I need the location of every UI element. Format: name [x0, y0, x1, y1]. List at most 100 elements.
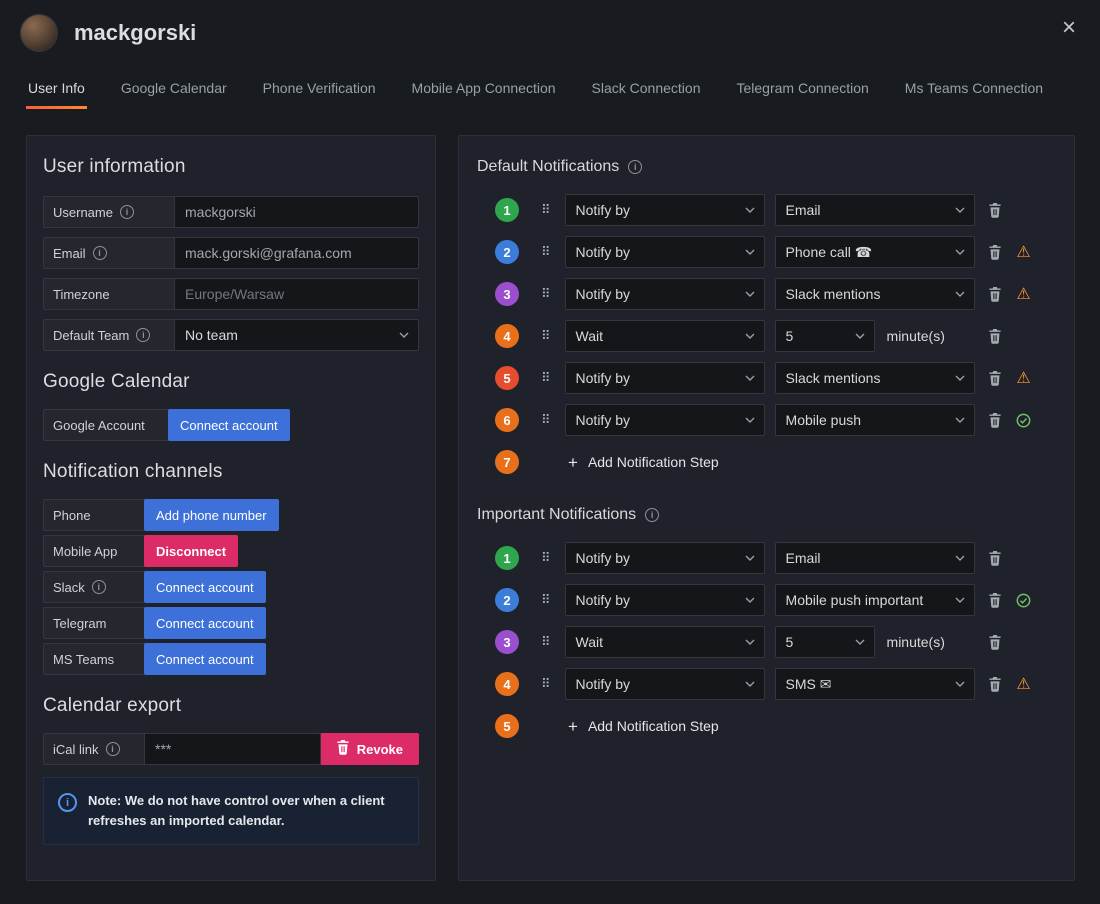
drag-handle-icon[interactable]: ⠿	[541, 634, 551, 650]
default-notification-steps: 1 ⠿ Notify by Email 2 ⠿ Notify by Phone call ☎ ⚠…	[495, 194, 1056, 478]
chevron-down-icon	[955, 681, 965, 687]
timezone-input[interactable]: Europe/Warsaw	[174, 278, 419, 310]
mobile-app-action-button[interactable]: Disconnect	[144, 535, 239, 567]
notification-channel-select[interactable]: Slack mentions	[774, 362, 975, 394]
google-account-action-button[interactable]: Connect account	[168, 409, 290, 441]
google-calendar-rows: Google Account Connect account	[43, 409, 419, 441]
notification-channel-select[interactable]: Slack mentions	[774, 278, 975, 310]
tab-telegram-connection[interactable]: Telegram Connection	[734, 66, 870, 109]
notification-channel-rows: Phone Add phone number Mobile App Disconnec…	[43, 499, 419, 675]
warning-icon: ⚠	[1016, 286, 1031, 303]
notification-channel-select[interactable]: SMS ✉	[774, 668, 975, 700]
trash-button[interactable]	[985, 548, 1005, 568]
notify-by-select[interactable]: Notify by	[564, 542, 765, 574]
username-input[interactable]: mackgorski	[174, 196, 419, 228]
trash-button[interactable]	[985, 632, 1005, 652]
notify-by-select[interactable]: Notify by	[564, 236, 765, 268]
chevron-down-icon	[745, 249, 755, 255]
drag-handle-icon[interactable]: ⠿	[541, 412, 551, 428]
drag-handle-icon[interactable]: ⠿	[541, 244, 551, 260]
trash-button[interactable]	[985, 284, 1005, 304]
trash-button[interactable]	[985, 368, 1005, 388]
step-number-badge: 5	[495, 714, 519, 738]
plus-icon: +	[568, 716, 578, 736]
user-fields: Username i mackgorski Email i mack.gorski@gra…	[43, 196, 419, 351]
notify-by-select[interactable]: Notify by	[564, 194, 765, 226]
wait-select[interactable]: Wait	[564, 320, 765, 352]
drag-handle-icon[interactable]: ⠿	[541, 286, 551, 302]
wait-unit-label: minute(s)	[886, 328, 945, 344]
trash-button[interactable]	[985, 674, 1005, 694]
chevron-down-icon	[745, 333, 755, 339]
add-notification-step-button[interactable]: + Add Notification Step	[568, 454, 719, 471]
revoke-button[interactable]: Revoke	[319, 733, 419, 765]
trash-button[interactable]	[985, 590, 1005, 610]
notification-channel-select[interactable]: Mobile push important	[774, 584, 975, 616]
trash-icon	[988, 634, 1001, 650]
timezone-label: Timezone	[43, 278, 175, 310]
notify-by-select[interactable]: Notify by	[564, 362, 765, 394]
phone-label: Phone	[43, 499, 145, 531]
notification-channel-select[interactable]: Mobile push	[774, 404, 975, 436]
tab-slack-connection[interactable]: Slack Connection	[590, 66, 703, 109]
form-field-row: Email i mack.gorski@grafana.com	[43, 237, 419, 269]
drag-handle-icon[interactable]: ⠿	[541, 328, 551, 344]
trash-button[interactable]	[985, 410, 1005, 430]
default-team-select[interactable]: No team	[174, 319, 419, 351]
phone-action-button[interactable]: Add phone number	[144, 499, 279, 531]
wait-select[interactable]: Wait	[564, 626, 765, 658]
drag-handle-icon[interactable]: ⠿	[541, 592, 551, 608]
form-field-row: Username i mackgorski	[43, 196, 419, 228]
close-button[interactable]: ×	[1062, 16, 1076, 40]
trash-button[interactable]	[985, 326, 1005, 346]
channel-row: Slack i Connect account	[43, 571, 419, 603]
tab-ms-teams-connection[interactable]: Ms Teams Connection	[903, 66, 1045, 109]
drag-handle-icon[interactable]: ⠿	[541, 550, 551, 566]
wait-duration-select[interactable]: 5	[774, 320, 875, 352]
info-icon: i	[105, 742, 120, 756]
drag-handle-icon[interactable]: ⠿	[541, 370, 551, 386]
calendar-note: i Note: We do not have control over when…	[43, 777, 419, 846]
email-input[interactable]: mack.gorski@grafana.com	[174, 237, 419, 269]
trash-icon	[988, 592, 1001, 608]
tab-mobile-app-connection[interactable]: Mobile App Connection	[410, 66, 558, 109]
form-field-row: Default Team i No team	[43, 319, 419, 351]
chevron-down-icon	[745, 639, 755, 645]
notification-channel-select[interactable]: Email	[774, 194, 975, 226]
tab-user-info[interactable]: User Info	[26, 66, 87, 109]
trash-button[interactable]	[985, 200, 1005, 220]
step-controls: Notify by Mobile push	[564, 404, 975, 436]
drag-handle-icon[interactable]: ⠿	[541, 676, 551, 692]
trash-button[interactable]	[985, 242, 1005, 262]
notifications-panel: Default Notifications i 1 ⠿ Notify by Email…	[458, 135, 1075, 881]
tab-phone-verification[interactable]: Phone Verification	[261, 66, 378, 109]
telegram-action-button[interactable]: Connect account	[144, 607, 266, 639]
slack-action-button[interactable]: Connect account	[144, 571, 266, 603]
success-icon	[1015, 413, 1033, 428]
chevron-down-icon	[399, 332, 409, 338]
wait-duration-select[interactable]: 5	[774, 626, 875, 658]
info-icon: i	[136, 328, 151, 342]
step-number-badge: 1	[495, 546, 519, 570]
notification-channel-select[interactable]: Phone call ☎	[774, 236, 975, 268]
ms-teams-action-button[interactable]: Connect account	[144, 643, 266, 675]
success-check-icon	[1016, 413, 1031, 427]
notification-step-row: 4 ⠿ Wait 5 minute(s)	[495, 320, 1056, 352]
default-team-label: Default Team i	[43, 319, 175, 351]
notify-by-select[interactable]: Notify by	[564, 584, 765, 616]
tab-google-calendar[interactable]: Google Calendar	[119, 66, 229, 109]
notification-channel-select[interactable]: Email	[774, 542, 975, 574]
add-notification-step-button[interactable]: + Add Notification Step	[568, 718, 719, 735]
notify-by-select[interactable]: Notify by	[564, 668, 765, 700]
drag-handle-icon[interactable]: ⠿	[541, 202, 551, 218]
google-account-label: Google Account	[43, 409, 169, 441]
chevron-down-icon	[955, 207, 965, 213]
trash-icon	[988, 286, 1001, 302]
notify-by-select[interactable]: Notify by	[564, 404, 765, 436]
user-information-heading: User information	[43, 156, 186, 177]
info-icon: i	[119, 205, 134, 219]
step-number-badge: 2	[495, 240, 519, 264]
notify-by-select[interactable]: Notify by	[564, 278, 765, 310]
chevron-down-icon	[745, 375, 755, 381]
ical-link-input[interactable]: ***	[144, 733, 321, 765]
